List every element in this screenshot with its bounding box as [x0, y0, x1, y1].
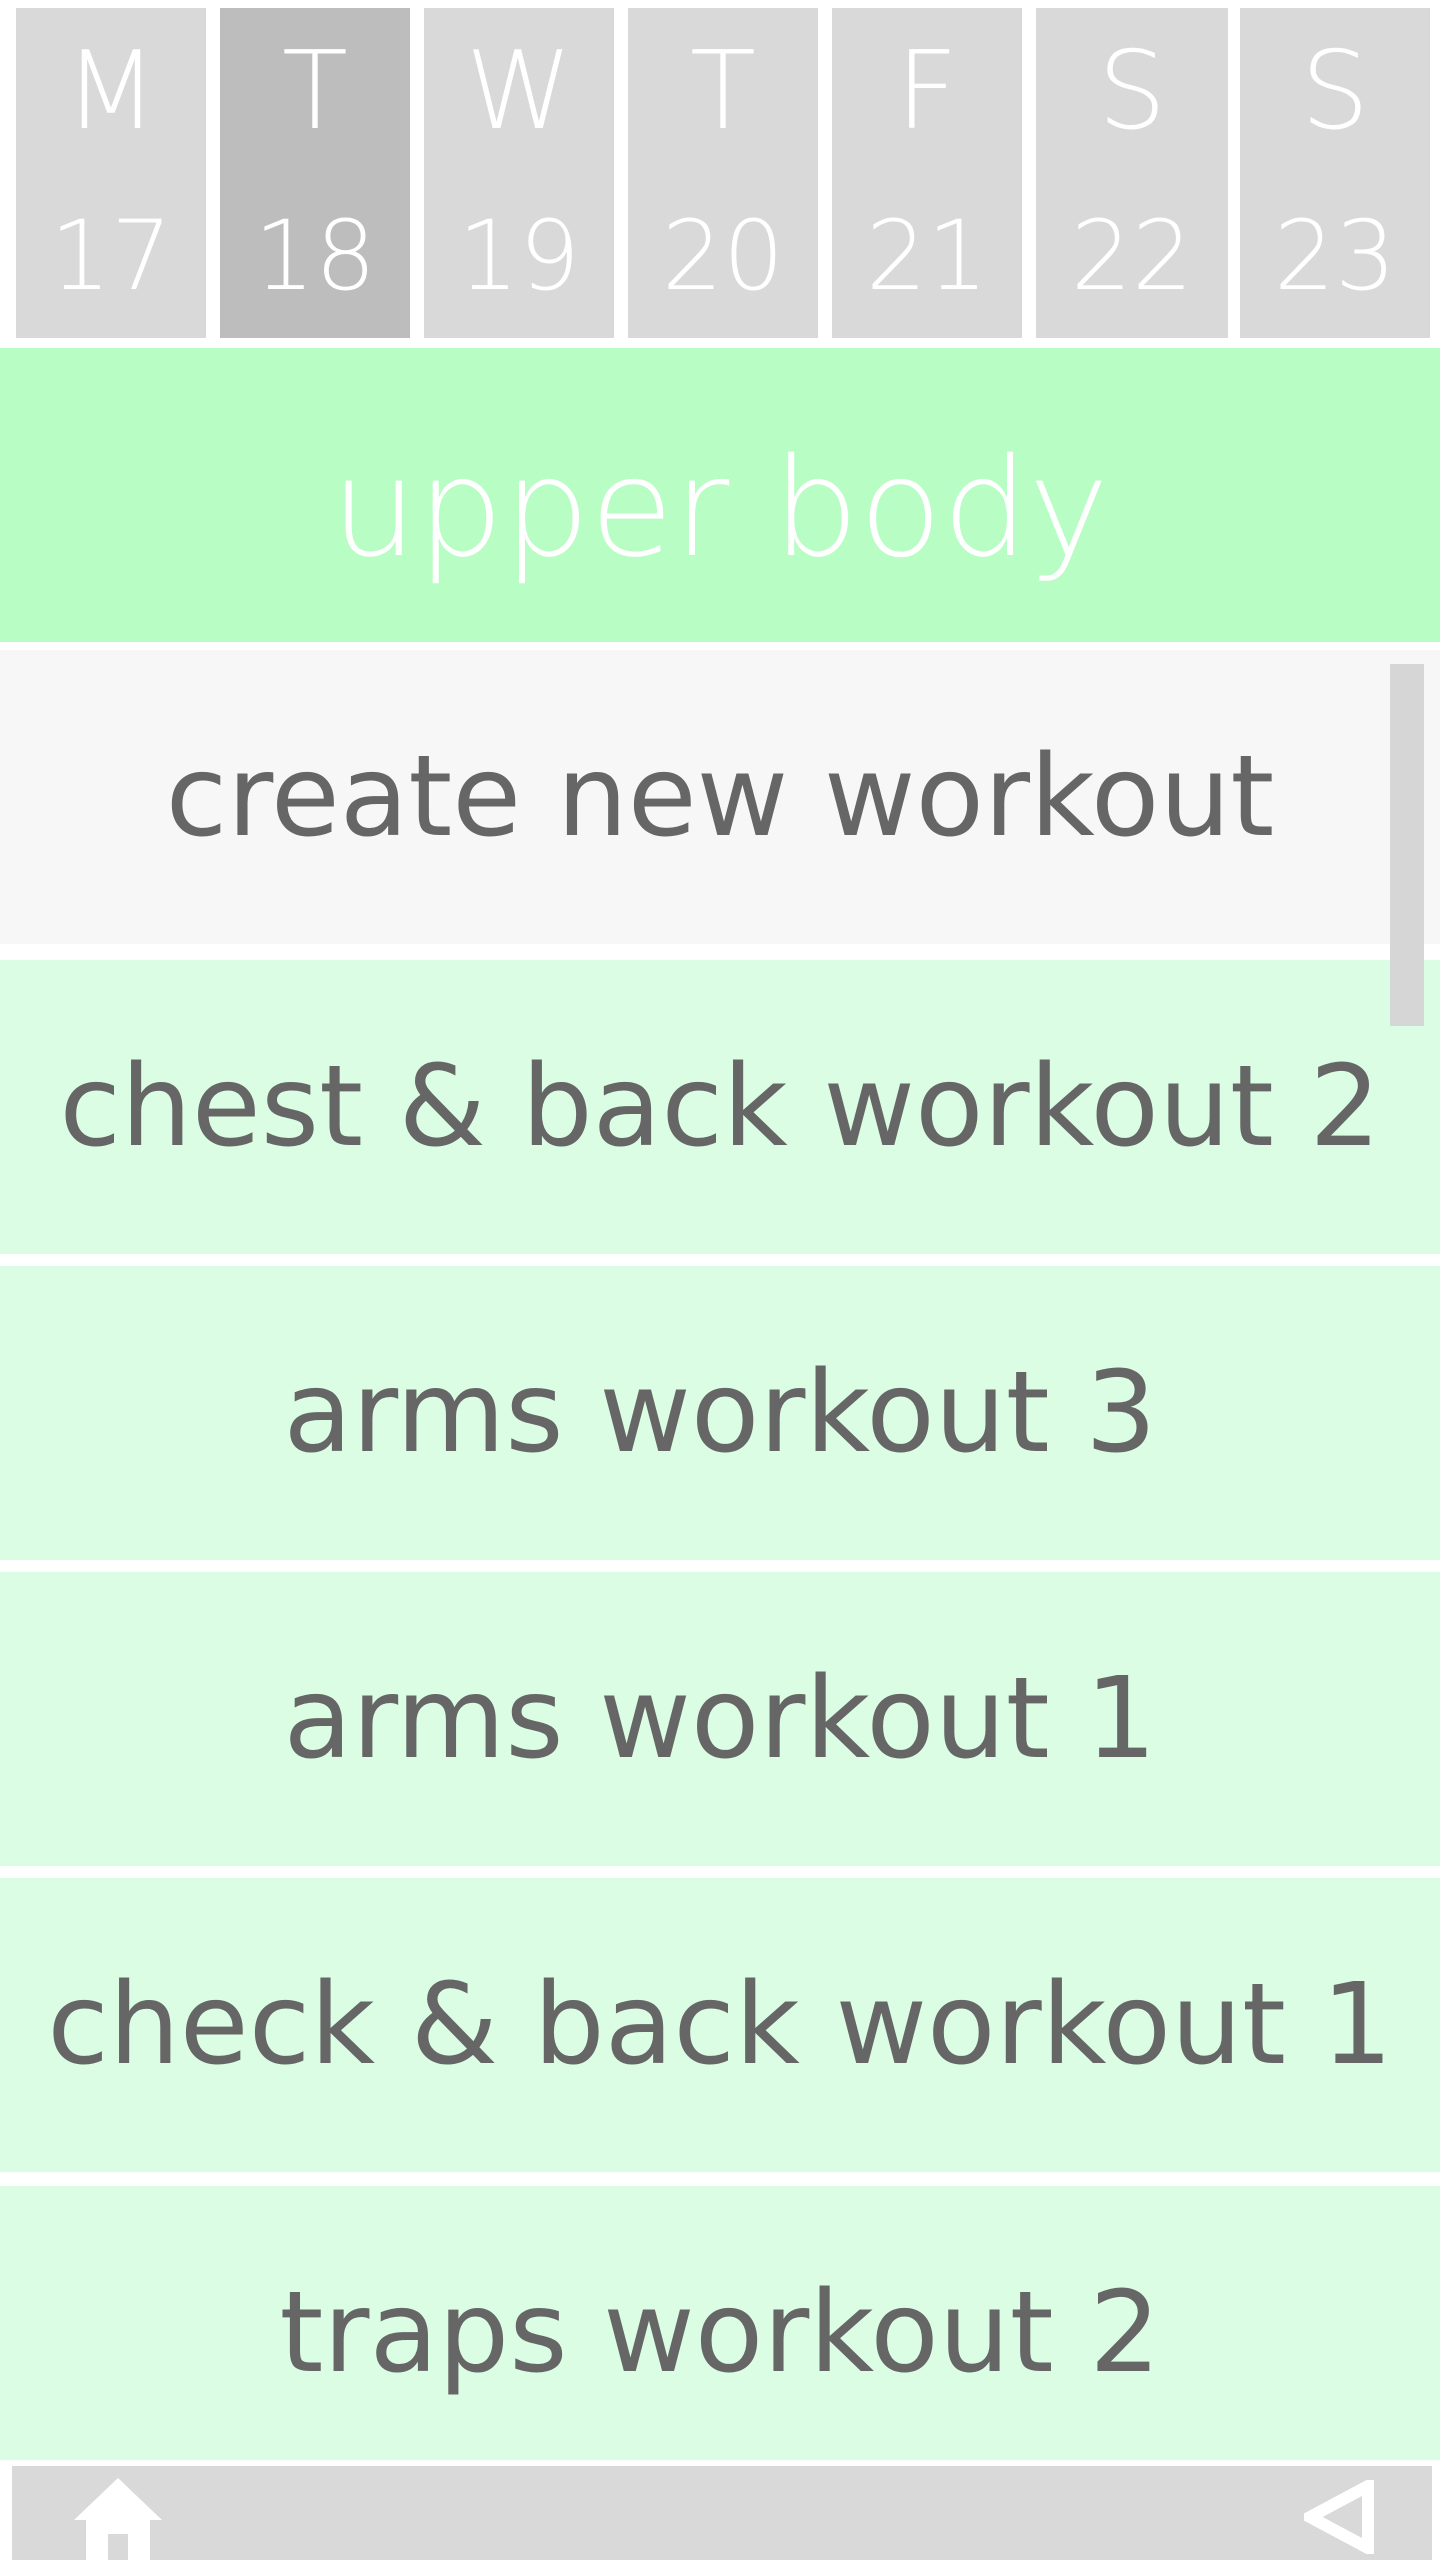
bottom-bar: [12, 2466, 1432, 2560]
day-number: 23: [1273, 200, 1397, 312]
day-sunday[interactable]: S 23: [1240, 8, 1430, 338]
list-item[interactable]: arms workout 1: [0, 1572, 1440, 1866]
day-letter: F: [895, 29, 959, 154]
day-letter: S: [1097, 29, 1167, 154]
list-item[interactable]: traps workout 2: [0, 2186, 1440, 2460]
day-wednesday[interactable]: W 19: [424, 8, 614, 338]
day-monday[interactable]: M 17: [16, 8, 206, 338]
day-saturday[interactable]: S 22: [1036, 8, 1228, 338]
back-icon[interactable]: [1304, 2480, 1374, 2554]
day-number: 18: [253, 200, 377, 312]
page-title: upper body: [330, 430, 1109, 588]
day-number: 19: [457, 200, 581, 312]
day-number: 22: [1070, 200, 1194, 312]
list-item[interactable]: arms workout 3: [0, 1266, 1440, 1560]
day-letter: T: [282, 29, 348, 154]
day-friday[interactable]: F 21: [832, 8, 1022, 338]
day-letter: T: [690, 29, 756, 154]
list-item[interactable]: check & back workout 1: [0, 1878, 1440, 2172]
list-item[interactable]: chest & back workout 2: [0, 960, 1440, 1254]
week-strip: M 17 T 18 W 19 T 20 F 21 S 22 S 23: [0, 0, 1440, 344]
category-header: upper body: [0, 348, 1440, 642]
day-number: 17: [49, 200, 173, 312]
home-icon[interactable]: [72, 2476, 164, 2560]
day-thursday[interactable]: T 20: [628, 8, 818, 338]
day-letter: W: [465, 29, 573, 154]
day-tuesday-selected[interactable]: T 18: [220, 8, 410, 338]
scrollbar[interactable]: [1390, 664, 1424, 1026]
workout-list[interactable]: create new workout chest & back workout …: [0, 650, 1440, 2460]
day-letter: M: [64, 29, 158, 154]
create-new-workout-button[interactable]: create new workout: [0, 650, 1440, 944]
day-letter: S: [1300, 29, 1370, 154]
day-number: 21: [865, 200, 989, 312]
day-number: 20: [661, 200, 785, 312]
